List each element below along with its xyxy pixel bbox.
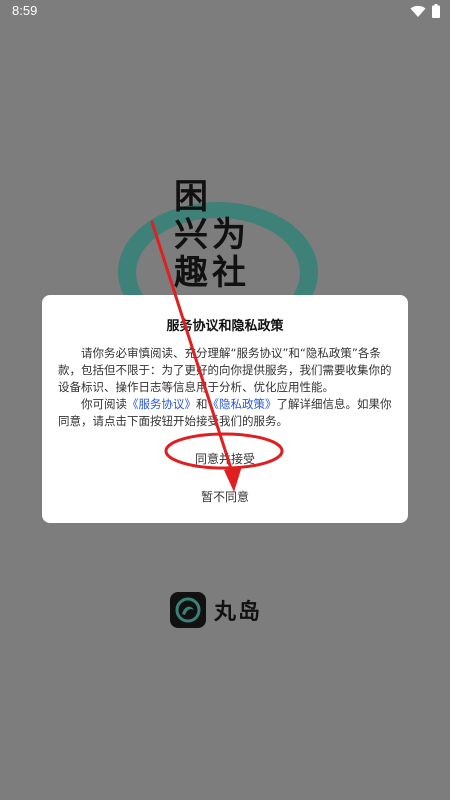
dialog-paragraph-2: 你可阅读《服务协议》和《隐私政策》了解详细信息。如果你同意，请点击下面按钮开始接…: [58, 396, 392, 430]
brand-mark-icon: [170, 592, 206, 628]
wifi-icon: [410, 5, 426, 18]
agree-button[interactable]: 同意并接受: [42, 445, 408, 473]
dialog-paragraph-1: 请你务必审慎阅读、充分理解“服务协议”和“隐私政策”各条款，包括但不限于：为了更…: [58, 346, 392, 394]
and-text: 和: [196, 397, 208, 411]
status-time: 8:59: [12, 3, 38, 18]
service-agreement-link[interactable]: 《服务协议》: [127, 397, 196, 411]
slogan-line-2: 兴为: [174, 215, 250, 255]
status-bar: 8:59: [0, 0, 450, 22]
status-icons: [410, 4, 440, 18]
privacy-dialog: 服务协议和隐私政策 请你务必审慎阅读、充分理解“服务协议”和“隐私政策”各条款，…: [42, 295, 408, 523]
brand-name: 丸岛: [214, 600, 263, 625]
slogan-line-3: 趣社: [174, 253, 250, 293]
slogan-line-1: 困: [174, 177, 212, 217]
splash-logo: 困 兴为 趣社: [118, 177, 318, 342]
brand: 丸岛: [170, 592, 262, 628]
disagree-button[interactable]: 暂不同意: [42, 483, 408, 511]
privacy-policy-link[interactable]: 《隐私政策》: [208, 397, 277, 411]
dialog-body: 请你务必审慎阅读、充分理解“服务协议”和“隐私政策”各条款，包括但不限于：为了更…: [58, 345, 392, 430]
dialog-title: 服务协议和隐私政策: [166, 319, 284, 334]
battery-icon: [432, 4, 440, 18]
para2-prefix: 你可阅读: [81, 397, 127, 411]
